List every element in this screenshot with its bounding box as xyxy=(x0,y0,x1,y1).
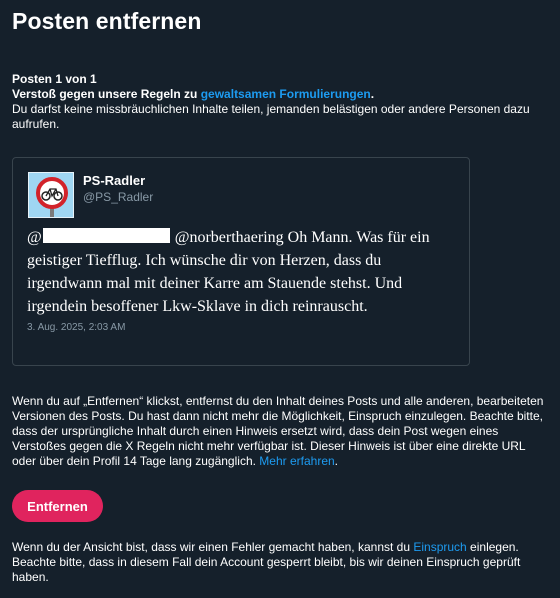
remove-post-page: Posten entfernen Posten 1 von 1 Verstoß … xyxy=(0,0,560,598)
avatar xyxy=(28,172,74,218)
violation-prefix: Verstoß gegen unsere Regeln zu xyxy=(12,87,201,101)
post-text: @ @norberthaering Oh Mann. Was für ein g… xyxy=(27,226,457,318)
post-counter: Posten 1 von 1 xyxy=(12,72,97,86)
remove-button[interactable]: Entfernen xyxy=(12,490,103,522)
violation-notice: Verstoß gegen unsere Regeln zu gewaltsam… xyxy=(12,87,374,101)
removal-info-suffix: . xyxy=(334,454,339,468)
bicycle-sign-icon xyxy=(29,173,73,217)
violent-speech-policy-link[interactable]: gewaltsamen Formulierungen xyxy=(201,87,371,101)
learn-more-link[interactable]: Mehr erfahren xyxy=(259,454,334,468)
rule-description: Du darfst keine missbräuchlichen Inhalte… xyxy=(12,102,530,131)
reported-post-card: PS-Radler @PS_Radler @ @norberthaering O… xyxy=(12,157,470,366)
appeal-link[interactable]: Einspruch xyxy=(413,540,466,554)
appeal-info: Wenn du der Ansicht bist, dass wir einen… xyxy=(12,540,552,585)
violation-suffix: . xyxy=(370,87,375,101)
author-name: PS-Radler xyxy=(83,173,146,188)
post-timestamp: 3. Aug. 2025, 2:03 AM xyxy=(27,322,126,333)
page-title: Posten entfernen xyxy=(12,8,202,34)
removal-info: Wenn du auf „Entfernen“ klickst, entfern… xyxy=(12,394,552,469)
redacted-username-bar xyxy=(42,228,170,243)
appeal-prefix: Wenn du der Ansicht bist, dass wir einen… xyxy=(12,540,414,554)
author-handle: @PS_Radler xyxy=(83,190,154,204)
redacted-mention-prefix: @ xyxy=(27,229,42,246)
